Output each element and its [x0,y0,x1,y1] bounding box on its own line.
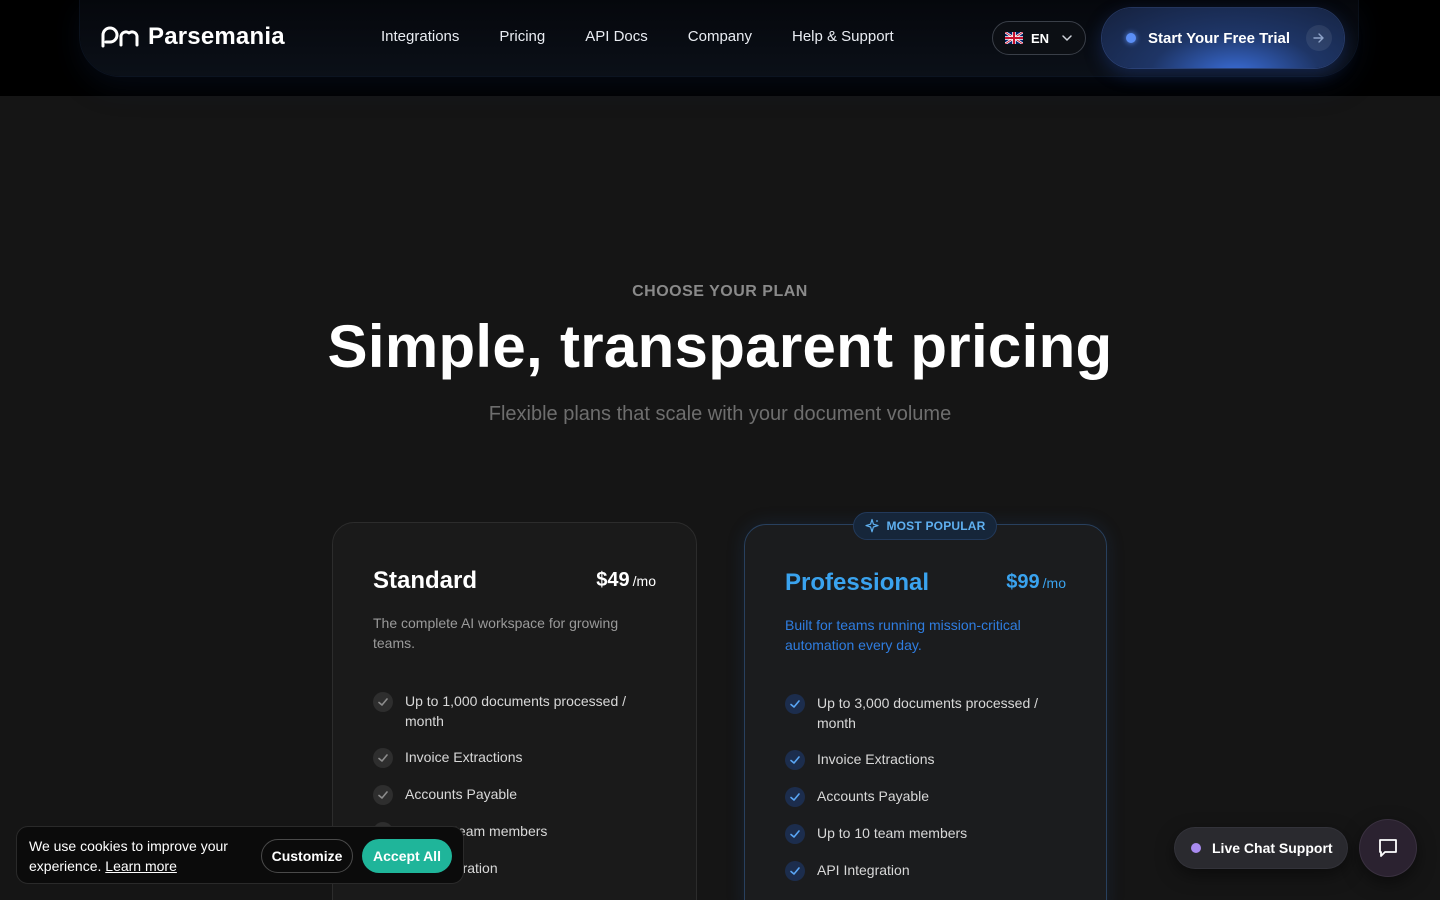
nav-link-pricing[interactable]: Pricing [499,28,545,45]
check-icon [373,785,393,805]
nav-link-api-docs[interactable]: API Docs [585,28,648,45]
badge-label: MOST POPULAR [886,519,986,533]
start-free-trial-button[interactable]: Start Your Free Trial [1102,8,1344,68]
check-icon [373,748,393,768]
customize-cookies-button[interactable]: Customize [261,839,353,873]
check-icon [785,750,805,770]
chat-bubble-icon [1379,839,1397,857]
feature-text: Up to 1,000 documents processed / month [405,693,627,729]
feature-item: Accounts Payable [785,786,1075,807]
feature-text: Accounts Payable [817,788,930,804]
live-chat-label: Live Chat Support [1212,840,1333,856]
feature-text: Invoice Extractions [405,749,523,765]
brand-name: Parsemania [148,23,285,50]
feature-item: Up to 10 team members [785,823,1075,844]
feature-text: Accounts Payable [405,786,518,802]
feature-item: Up to 1,000 documents processed / month [373,691,663,731]
language-selector[interactable]: EN [992,21,1086,55]
nav-link-help-support[interactable]: Help & Support [792,28,894,45]
feature-text: Up to 3,000 documents processed / month [817,695,1039,731]
price-period: /mo [632,573,656,589]
check-icon [785,694,805,714]
plan-description: The complete AI workspace for growing te… [373,615,619,651]
plan-name: Standard [373,567,478,594]
nav-links: Integrations Pricing API Docs Company He… [381,28,894,45]
cookie-banner: We use cookies to improve your experienc… [16,826,464,884]
feature-item: Invoice Extractions [785,749,1075,770]
uk-flag-icon [1005,32,1023,44]
online-dot-icon [1191,843,1201,853]
accept-all-cookies-button[interactable]: Accept All [362,839,452,873]
feature-item: Invoice Extractions [373,747,663,768]
check-icon [785,861,805,881]
cta-label: Start Your Free Trial [1148,29,1290,47]
brand-logo[interactable]: Parsemania [100,22,285,52]
page-subtitle: Flexible plans that scale with your docu… [488,403,952,425]
check-icon [785,824,805,844]
feature-text: Invoice Extractions [817,751,935,767]
plan-price: $99/mo [1006,571,1066,594]
check-icon [373,692,393,712]
live-chat-support-button[interactable]: Live Chat Support [1175,828,1347,868]
check-icon [785,787,805,807]
plan-description: Built for teams running mission-critical… [785,617,1021,653]
chat-open-button[interactable] [1360,820,1416,876]
parsemania-logo-icon [100,26,140,48]
sparkle-icon [865,518,880,533]
plan-price: $49/mo [596,569,656,592]
cookie-message: We use cookies to improve your experienc… [29,836,254,876]
plan-name: Professional [785,569,930,596]
plan-card-professional: Professional $99/mo Built for teams runn… [744,524,1107,900]
feature-item: API Integration [785,860,1075,881]
feature-item: Accounts Payable [373,784,663,805]
section-eyebrow: CHOOSE YOUR PLAN [632,283,808,300]
feature-text: Up to 10 team members [817,825,968,841]
language-code: EN [1031,30,1050,46]
learn-more-link[interactable]: Learn more [105,858,177,874]
status-dot-icon [1126,33,1136,43]
feature-item: Up to 3,000 documents processed / month [785,693,1075,733]
nav-link-company[interactable]: Company [688,28,752,45]
feature-list: Up to 3,000 documents processed / month … [785,693,1075,897]
price-amount: $99 [1006,571,1040,593]
page-title: Simple, transparent pricing [327,313,1113,380]
feature-text: API Integration [817,862,910,878]
nav-link-integrations[interactable]: Integrations [381,28,459,45]
arrow-right-icon [1306,25,1332,51]
top-navigation: Parsemania Integrations Pricing API Docs… [80,0,1358,76]
price-amount: $49 [596,569,630,591]
price-period: /mo [1042,575,1066,591]
chevron-down-icon [1062,35,1072,42]
most-popular-badge: MOST POPULAR [853,512,997,540]
